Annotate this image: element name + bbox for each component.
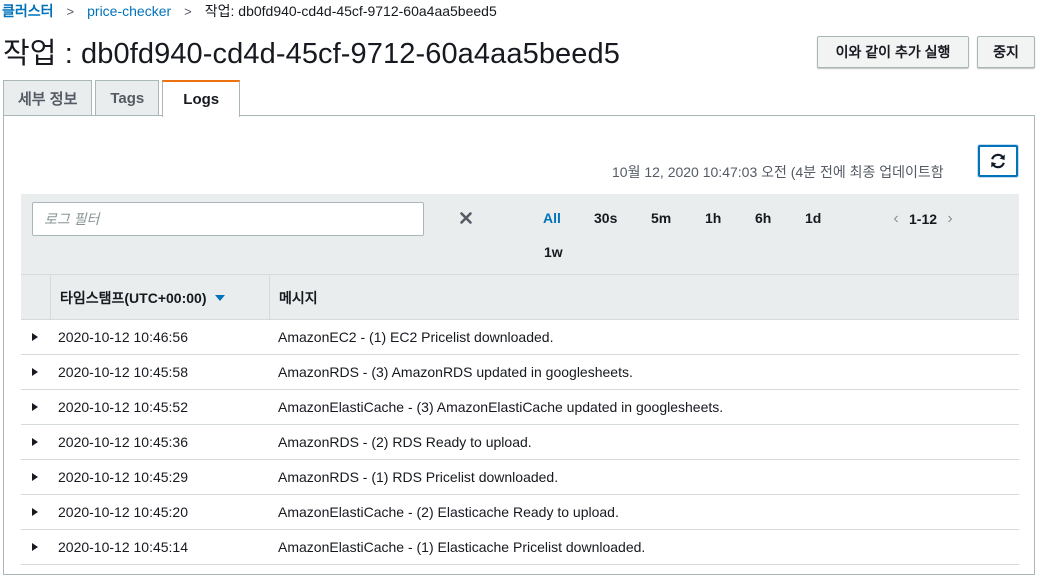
table-row: 2020-10-12 10:45:14 AmazonElastiCache - … — [21, 530, 1019, 565]
range-5m[interactable]: 5m — [651, 210, 671, 226]
column-header-message-label: 메시지 — [279, 289, 318, 306]
expand-row-icon[interactable] — [32, 333, 38, 341]
row-timestamp: 2020-10-12 10:45:58 — [58, 364, 188, 380]
row-timestamp: 2020-10-12 10:45:36 — [58, 434, 188, 450]
chevron-left-icon[interactable]: ‹ — [887, 210, 905, 228]
table-row: 2020-10-12 10:46:56 AmazonEC2 - (1) EC2 … — [21, 320, 1019, 355]
tab-logs[interactable]: Logs — [162, 80, 241, 117]
column-header-timestamp[interactable]: 타임스탬프(UTC+00:00) — [50, 275, 269, 320]
expand-row-icon[interactable] — [32, 403, 38, 411]
row-message: AmazonRDS - (2) RDS Ready to upload. — [278, 434, 532, 450]
row-message: AmazonRDS - (3) AmazonRDS updated in goo… — [278, 364, 633, 380]
table-header: 타임스탬프(UTC+00:00) 메시지 — [21, 275, 1019, 320]
column-header-timestamp-label: 타임스탬프(UTC+00:00) — [60, 289, 207, 306]
sort-descending-icon — [215, 294, 226, 301]
breadcrumb-current: 작업: db0fd940-cd4d-45cf-9712-60a4aa5beed5 — [204, 3, 497, 19]
expand-row-icon[interactable] — [32, 508, 38, 516]
page-range: 1-12 — [909, 211, 938, 227]
page-title: 작업 : db0fd940-cd4d-45cf-9712-60a4aa5beed… — [3, 38, 620, 70]
table-row: 2020-10-12 10:45:36 AmazonRDS - (2) RDS … — [21, 425, 1019, 460]
chevron-right-icon[interactable]: › — [941, 210, 959, 228]
stop-button[interactable]: 중지 — [977, 36, 1035, 68]
row-message: AmazonRDS - (1) RDS Pricelist downloaded… — [278, 469, 559, 485]
row-timestamp: 2020-10-12 10:45:14 — [58, 539, 188, 555]
expand-row-icon[interactable] — [32, 473, 38, 481]
pagination: ‹ 1-12 › — [887, 210, 959, 228]
column-header-message: 메시지 — [269, 275, 1019, 320]
breadcrumb: 클러스터 > price-checker > 작업: db0fd940-cd4d… — [2, 0, 497, 22]
last-updated-text: 10월 12, 2020 10:47:03 오전 (4분 전에 최종 업데이트함 — [612, 164, 944, 180]
table-row: 2020-10-12 10:45:58 AmazonRDS - (3) Amaz… — [21, 355, 1019, 390]
range-1w[interactable]: 1w — [544, 244, 563, 260]
table-row: 2020-10-12 10:45:52 AmazonElastiCache - … — [21, 390, 1019, 425]
row-message: AmazonElastiCache - (2) Elasticache Read… — [278, 504, 619, 520]
log-filter-input[interactable] — [32, 202, 424, 236]
range-all[interactable]: All — [543, 210, 561, 226]
expand-row-icon[interactable] — [32, 438, 38, 446]
breadcrumb-cluster-link[interactable]: price-checker — [87, 3, 171, 19]
row-timestamp: 2020-10-12 10:45:29 — [58, 469, 188, 485]
range-30s[interactable]: 30s — [594, 210, 617, 226]
range-6h[interactable]: 6h — [755, 210, 771, 226]
chevron-right-icon: > — [66, 3, 75, 19]
expand-row-icon[interactable] — [32, 368, 38, 376]
range-1d[interactable]: 1d — [805, 210, 821, 226]
row-message: AmazonEC2 - (1) EC2 Pricelist downloaded… — [278, 329, 554, 345]
clear-filter-icon[interactable] — [458, 210, 474, 226]
refresh-icon — [991, 153, 1005, 169]
row-message: AmazonElastiCache - (1) Elasticache Pric… — [278, 539, 646, 555]
tab-details[interactable]: 세부 정보 — [3, 80, 93, 116]
row-message: AmazonElastiCache - (3) AmazonElastiCach… — [278, 399, 724, 415]
refresh-button[interactable] — [978, 145, 1018, 177]
row-timestamp: 2020-10-12 10:45:52 — [58, 399, 188, 415]
table-row: 2020-10-12 10:45:20 AmazonElastiCache - … — [21, 495, 1019, 530]
breadcrumb-clusters-link[interactable]: 클러스터 — [2, 1, 54, 21]
table-row: 2020-10-12 10:45:29 AmazonRDS - (1) RDS … — [21, 460, 1019, 495]
expand-row-icon[interactable] — [32, 543, 38, 551]
tab-tags[interactable]: Tags — [95, 80, 160, 116]
run-more-like-this-button[interactable]: 이와 같이 추가 실행 — [817, 36, 969, 68]
row-timestamp: 2020-10-12 10:46:56 — [58, 329, 188, 345]
chevron-right-icon: > — [184, 3, 192, 19]
log-filter-bar: All 30s 5m 1h 6h 1d 1w ‹ 1-12 › — [21, 194, 1019, 275]
tab-bar: 세부 정보 Tags Logs — [3, 80, 243, 117]
range-1h[interactable]: 1h — [705, 210, 721, 226]
row-timestamp: 2020-10-12 10:45:20 — [58, 504, 188, 520]
